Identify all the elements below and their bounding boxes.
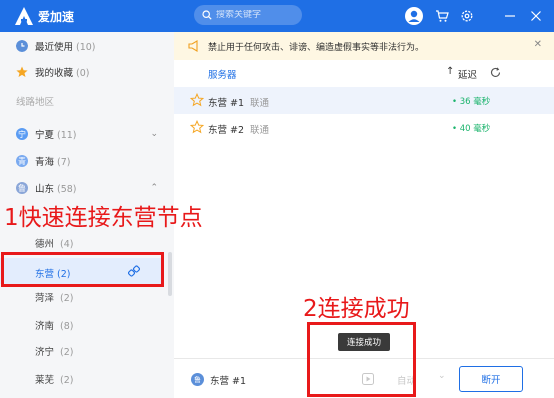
server-list-header: 服务器 ↑ 延迟 xyxy=(174,60,554,86)
sidebar-item-ningxia[interactable]: 宁 宁夏 (11) ⌄ xyxy=(0,121,174,147)
sidebar-item-count: (0) xyxy=(76,68,90,79)
disconnect-button[interactable]: 断开 xyxy=(459,366,523,392)
sidebar-item-laiwu[interactable]: 莱芜 (2) xyxy=(0,366,174,392)
cart-icon xyxy=(436,10,449,22)
title-bar: 爱加速 xyxy=(0,0,554,32)
sidebar-item-favorites[interactable]: 我的收藏 (0) xyxy=(0,59,174,85)
current-server: 东营 #1 xyxy=(210,376,247,387)
close-icon[interactable]: ✕ xyxy=(534,39,542,50)
chevron-down-icon[interactable]: ⌄ xyxy=(438,371,446,381)
region-icon: 宁 xyxy=(16,128,28,140)
sidebar-item-count: (2) xyxy=(60,293,74,304)
sort-arrow-icon[interactable]: ↑ xyxy=(446,66,454,77)
sidebar-item-label: 德州 xyxy=(35,239,55,250)
annotation-box-node xyxy=(1,252,164,287)
sidebar-item-label: 济宁 xyxy=(35,347,55,358)
sidebar-item-qinghai[interactable]: 青 青海 (7) xyxy=(0,148,174,174)
star-outline-icon[interactable] xyxy=(190,120,204,134)
sidebar-item-count: (4) xyxy=(60,239,74,250)
notice-text: 禁止用于任何攻击、诽谤、编造虚假事实等非法行为。 xyxy=(208,43,425,53)
sidebar-item-count: (2) xyxy=(60,375,74,386)
column-header-latency[interactable]: 延迟 xyxy=(458,67,477,81)
sidebar-item-count: (7) xyxy=(57,157,71,168)
search-box[interactable] xyxy=(194,5,302,25)
server-row[interactable]: 东营 #2 联通 • 40 毫秒 xyxy=(174,114,554,141)
star-icon xyxy=(16,66,28,77)
notice-banner: 禁止用于任何攻击、诽谤、编造虚假事实等非法行为。 ✕ xyxy=(174,32,554,60)
sidebar-item-count: (2) xyxy=(60,347,74,358)
search-icon xyxy=(202,10,212,20)
annotation-box-toast xyxy=(307,322,416,397)
sidebar-item-jining[interactable]: 济宁 (2) xyxy=(0,338,174,364)
sidebar-item-label: 菏泽 xyxy=(35,293,55,304)
minimize-icon xyxy=(505,15,515,17)
sidebar-scrollbar[interactable] xyxy=(168,252,172,296)
sidebar-item-label: 莱芜 xyxy=(35,375,55,386)
chevron-up-icon[interactable]: ⌃ xyxy=(150,183,158,193)
close-button[interactable] xyxy=(526,6,546,26)
sidebar-item-label: 青海 xyxy=(35,157,55,168)
server-name: 东营 #2 xyxy=(208,125,245,136)
app-logo-icon xyxy=(15,7,33,25)
sidebar-item-heze[interactable]: 菏泽 (2) xyxy=(0,284,174,310)
close-icon xyxy=(531,11,541,21)
settings-button[interactable] xyxy=(457,6,477,26)
search-input[interactable] xyxy=(216,10,298,20)
sidebar-item-count: (8) xyxy=(60,321,74,332)
server-name: 东营 #1 xyxy=(208,98,245,109)
server-isp: 联通 xyxy=(250,125,270,136)
clock-icon xyxy=(16,40,28,52)
sidebar-item-count: (10) xyxy=(76,42,96,53)
server-latency: • 36 毫秒 xyxy=(452,97,491,107)
server-row[interactable]: 东营 #1 联通 • 36 毫秒 xyxy=(174,87,554,114)
server-latency: • 40 毫秒 xyxy=(452,124,491,134)
column-header-server[interactable]: 服务器 xyxy=(208,67,237,81)
sidebar-item-recent[interactable]: 最近使用 (10) xyxy=(0,33,174,59)
region-icon: 青 xyxy=(16,155,28,167)
chevron-down-icon[interactable]: ⌄ xyxy=(150,129,158,139)
annotation-step2: 2连接成功 xyxy=(303,296,410,322)
star-outline-icon[interactable] xyxy=(190,93,204,107)
gear-icon xyxy=(461,10,473,22)
megaphone-icon xyxy=(188,40,198,52)
sidebar-item-label: 宁夏 xyxy=(35,130,55,141)
region-icon: 鲁 xyxy=(191,373,204,386)
sidebar-item-count: (58) xyxy=(57,184,77,195)
section-title: 线路地区 xyxy=(16,97,55,108)
user-avatar-icon xyxy=(405,7,423,25)
annotation-step1: 1快速连接东营节点 xyxy=(4,205,203,231)
cart-button[interactable] xyxy=(432,6,452,26)
app-title: 爱加速 xyxy=(38,10,75,24)
sidebar-item-label: 最近使用 xyxy=(35,42,74,53)
refresh-icon[interactable] xyxy=(490,67,501,78)
sidebar-item-label: 济南 xyxy=(35,321,55,332)
sidebar-item-count: (11) xyxy=(57,130,77,141)
server-isp: 联通 xyxy=(250,98,270,109)
sidebar-item-jinan[interactable]: 济南 (8) xyxy=(0,312,174,338)
region-icon: 鲁 xyxy=(16,182,28,194)
sidebar-item-label: 山东 xyxy=(35,184,55,195)
sidebar-item-label: 我的收藏 xyxy=(35,68,74,79)
avatar[interactable] xyxy=(404,6,424,26)
minimize-button[interactable] xyxy=(500,6,520,26)
